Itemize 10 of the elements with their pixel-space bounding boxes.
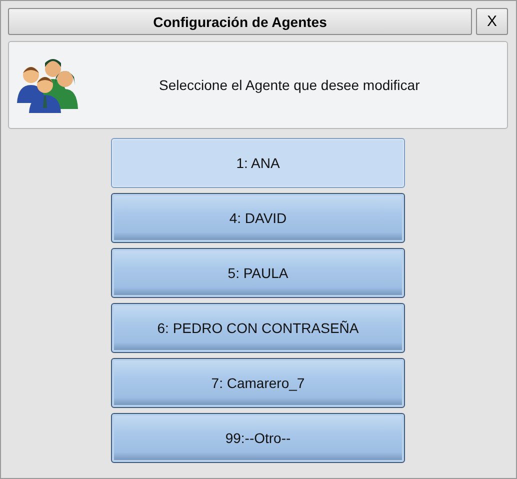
agent-button[interactable]: 5: PAULA — [111, 248, 405, 298]
agent-button[interactable]: 6: PEDRO CON CONTRASEÑA — [111, 303, 405, 353]
agent-button[interactable]: 99:--Otro-- — [111, 413, 405, 463]
agent-button[interactable]: 1: ANA — [111, 138, 405, 188]
people-group-icon — [15, 57, 79, 113]
instruction-text: Seleccione el Agente que desee modificar — [159, 77, 420, 93]
window-title: Configuración de Agentes — [8, 8, 472, 35]
close-button[interactable]: X — [476, 8, 508, 35]
agent-button[interactable]: 7: Camarero_7 — [111, 358, 405, 408]
agent-button[interactable]: 4: DAVID — [111, 193, 405, 243]
